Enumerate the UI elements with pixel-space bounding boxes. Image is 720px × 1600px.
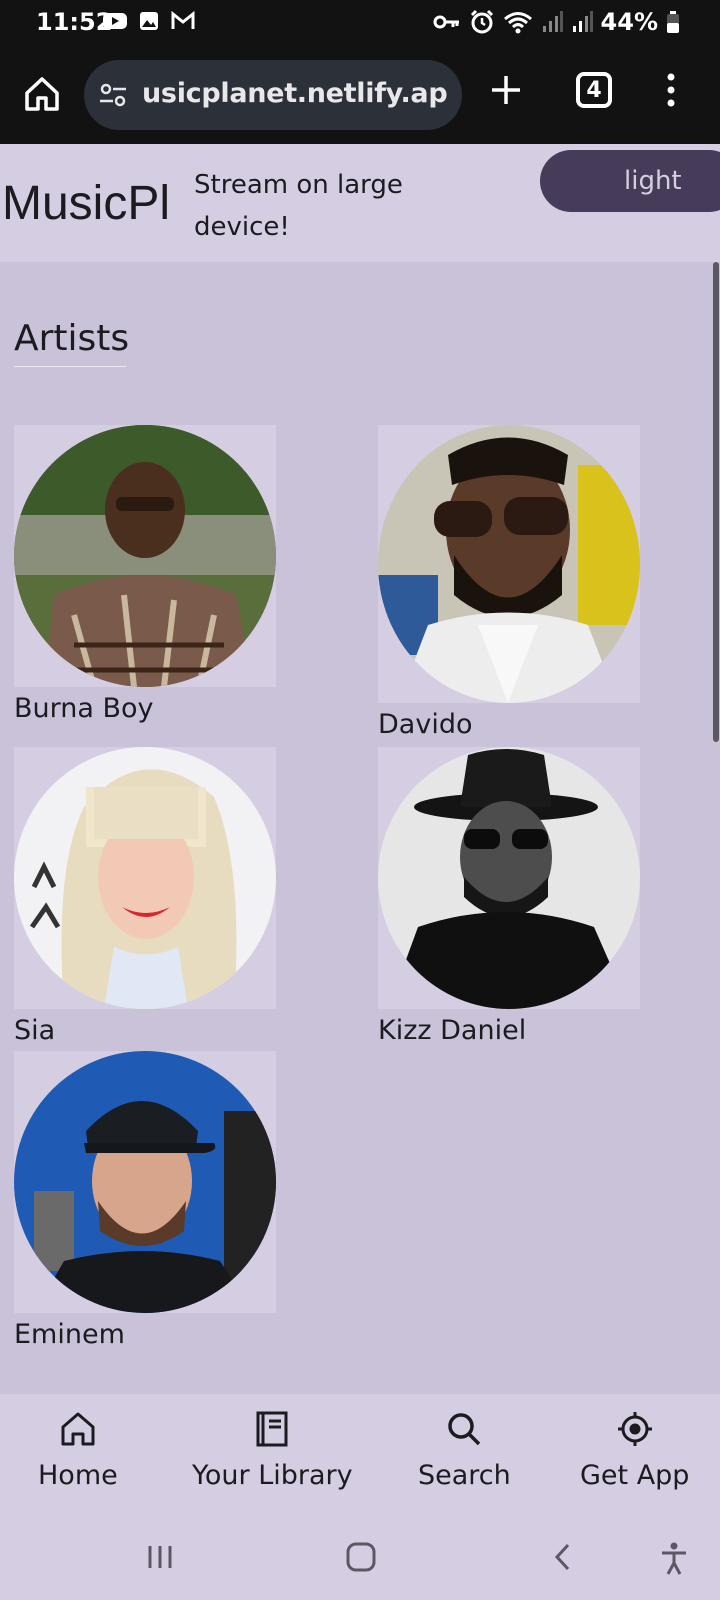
more-options-icon[interactable] [664, 72, 678, 108]
recent-apps-icon[interactable] [146, 1542, 174, 1572]
home-system-icon[interactable] [346, 1542, 376, 1572]
artist-photo[interactable] [14, 1051, 276, 1313]
url-text[interactable]: usicplanet.netlify.app [142, 78, 448, 109]
status-time: 11:52 [36, 8, 113, 36]
location-target-icon [617, 1412, 652, 1446]
home-icon [61, 1412, 95, 1446]
artist-photo-frame [14, 425, 276, 687]
wifi-icon [503, 12, 532, 34]
battery-icon [667, 11, 679, 33]
section-divider [14, 366, 126, 367]
app-header: MusicPl Stream on large device! light [0, 144, 720, 262]
notification-icons [102, 10, 196, 32]
gmail-icon [171, 10, 195, 29]
app-tagline: Stream on large device! [194, 170, 403, 242]
search-icon [448, 1413, 481, 1446]
artist-photo[interactable] [378, 425, 640, 703]
artist-card[interactable]: Kizz Daniel [378, 747, 640, 1046]
artist-photo[interactable] [14, 747, 276, 1009]
artist-name[interactable]: Kizz Daniel [378, 1015, 640, 1046]
artist-name[interactable]: Davido [378, 709, 640, 740]
scrollbar-thumb[interactable] [713, 262, 719, 742]
battery-percent: 44% [600, 8, 658, 36]
nav-your-library[interactable]: Your Library [192, 1410, 353, 1491]
nav-search[interactable]: Search [418, 1410, 511, 1491]
nav-home[interactable]: Home [38, 1410, 118, 1491]
theme-toggle-button[interactable]: light [540, 150, 720, 212]
nav-label: Get App [580, 1460, 690, 1491]
theme-toggle-label: light [624, 166, 682, 196]
artist-photo-frame [378, 425, 640, 703]
artist-photo[interactable] [14, 425, 276, 687]
signal-icon [572, 11, 593, 32]
bottom-navigation: Home Your Library Search Get App [0, 1394, 720, 1520]
artist-photo[interactable] [378, 747, 640, 1009]
new-tab-icon[interactable] [488, 72, 524, 108]
artist-photo-frame [14, 747, 276, 1009]
tab-switcher-button[interactable]: 4 [576, 72, 612, 108]
nav-get-app[interactable]: Get App [580, 1410, 689, 1491]
youtube-icon [103, 13, 127, 29]
alarm-icon [470, 9, 493, 34]
library-icon [256, 1411, 288, 1447]
accessibility-icon[interactable] [660, 1542, 688, 1576]
nav-label: Home [38, 1460, 118, 1491]
gallery-icon [140, 12, 158, 30]
artist-photo-frame [14, 1051, 276, 1313]
artist-photo-frame [378, 747, 640, 1009]
tab-count: 4 [586, 77, 602, 103]
site-settings-icon[interactable] [98, 82, 128, 108]
main-content[interactable]: Artists Burna Boy Davido Sia Kizz Daniel… [0, 262, 712, 1394]
browser-home-icon[interactable] [22, 74, 62, 114]
artist-card[interactable]: Burna Boy [14, 425, 276, 724]
status-right: 44% [433, 8, 680, 36]
artist-name[interactable]: Eminem [14, 1319, 276, 1350]
signal-icon [542, 11, 563, 32]
browser-toolbar: usicplanet.netlify.app 4 [0, 46, 720, 144]
back-icon[interactable] [552, 1542, 572, 1572]
address-bar[interactable]: usicplanet.netlify.app [84, 60, 462, 130]
artist-card[interactable]: Sia [14, 747, 276, 1046]
artist-name[interactable]: Sia [14, 1015, 276, 1046]
app-title: MusicPl [2, 177, 171, 230]
artist-name[interactable]: Burna Boy [14, 693, 276, 724]
status-bar: 11:52 44% [0, 0, 720, 46]
nav-label: Your Library [192, 1460, 353, 1491]
key-icon [433, 15, 459, 29]
artist-card[interactable]: Eminem [14, 1051, 276, 1350]
artist-card[interactable]: Davido [378, 425, 640, 740]
section-title: Artists [14, 318, 130, 359]
system-navigation-bar [0, 1520, 720, 1600]
nav-label: Search [418, 1460, 511, 1491]
